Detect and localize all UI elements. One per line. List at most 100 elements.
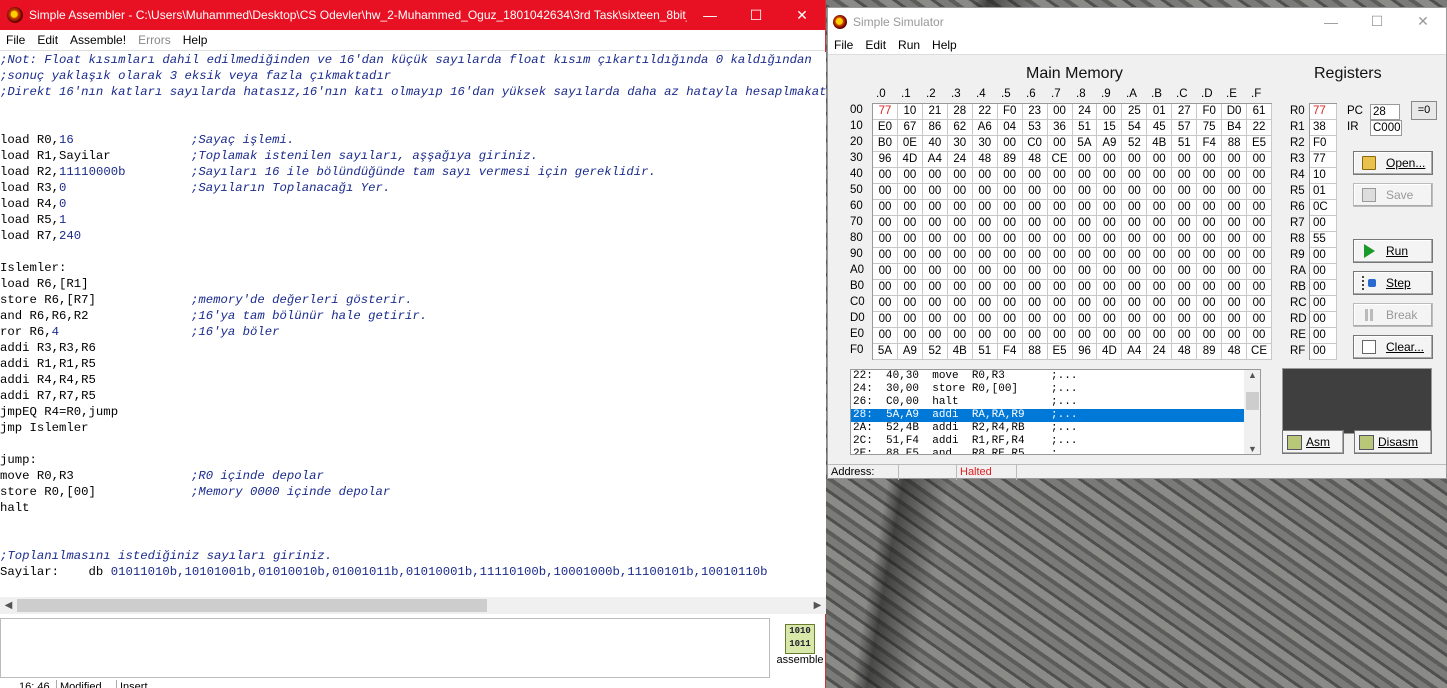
memory-cell[interactable]: 00 xyxy=(1072,328,1098,344)
memory-cell[interactable]: 00 xyxy=(997,184,1023,200)
memory-cell[interactable]: E5 xyxy=(1047,344,1073,360)
memory-cell[interactable]: 00 xyxy=(972,248,998,264)
memory-cell[interactable]: 00 xyxy=(897,280,923,296)
memory-cell[interactable]: 00 xyxy=(1072,280,1098,296)
memory-cell[interactable]: 40 xyxy=(922,136,948,152)
break-button[interactable]: Break xyxy=(1353,303,1433,327)
memory-cell[interactable]: 22 xyxy=(972,104,998,120)
memory-cell[interactable]: 00 xyxy=(922,248,948,264)
memory-cell[interactable]: A4 xyxy=(922,152,948,168)
memory-cell[interactable]: 23 xyxy=(1022,104,1048,120)
disassembly-line[interactable]: 24: 30,00 store R0,[00] ;... xyxy=(851,383,1244,396)
memory-cell[interactable]: 36 xyxy=(1047,120,1073,136)
memory-cell[interactable]: 00 xyxy=(1197,296,1223,312)
step-button[interactable]: Step xyxy=(1353,271,1433,295)
memory-cell[interactable]: 00 xyxy=(997,264,1023,280)
memory-cell[interactable]: 00 xyxy=(1147,168,1173,184)
memory-cell[interactable]: 00 xyxy=(997,136,1023,152)
memory-cell[interactable]: 30 xyxy=(972,136,998,152)
memory-cell[interactable]: 00 xyxy=(947,312,973,328)
memory-cell[interactable]: 00 xyxy=(1147,248,1173,264)
memory-cell[interactable]: 00 xyxy=(1022,216,1048,232)
memory-cell[interactable]: 00 xyxy=(1022,296,1048,312)
disassembly-scroll-thumb[interactable] xyxy=(1246,392,1259,410)
memory-cell[interactable]: 00 xyxy=(1172,280,1198,296)
memory-cell[interactable]: 00 xyxy=(1147,200,1173,216)
memory-cell[interactable]: 00 xyxy=(922,296,948,312)
memory-cell[interactable]: 00 xyxy=(1197,216,1223,232)
register-value[interactable]: 55 xyxy=(1310,232,1337,248)
memory-cell[interactable]: 00 xyxy=(873,216,898,232)
memory-cell[interactable]: 00 xyxy=(1122,232,1148,248)
memory-cell[interactable]: 00 xyxy=(897,312,923,328)
pc-value[interactable]: 28 xyxy=(1370,104,1400,120)
register-value[interactable]: 77 xyxy=(1310,152,1337,168)
memory-cell[interactable]: 00 xyxy=(1147,152,1173,168)
memory-cell[interactable]: 00 xyxy=(1047,248,1073,264)
memory-cell[interactable]: 00 xyxy=(1172,328,1198,344)
memory-cell[interactable]: 00 xyxy=(1147,312,1173,328)
memory-cell[interactable]: 00 xyxy=(1122,168,1148,184)
memory-cell[interactable]: F0 xyxy=(1197,104,1223,120)
memory-cell[interactable]: 00 xyxy=(1097,296,1123,312)
memory-cell[interactable]: 00 xyxy=(1172,248,1198,264)
memory-cell[interactable]: 51 xyxy=(1172,136,1198,152)
memory-cell[interactable]: 00 xyxy=(1122,328,1148,344)
memory-cell[interactable]: 21 xyxy=(922,104,948,120)
memory-cell[interactable]: 00 xyxy=(873,296,898,312)
memory-cell[interactable]: 15 xyxy=(1097,120,1123,136)
memory-cell[interactable]: 00 xyxy=(1147,264,1173,280)
memory-cell[interactable]: 00 xyxy=(1172,168,1198,184)
memory-cell[interactable]: 00 xyxy=(1047,312,1073,328)
memory-cell[interactable]: 00 xyxy=(1247,232,1272,248)
memory-cell[interactable]: 00 xyxy=(1222,312,1248,328)
equals-zero-button[interactable]: =0 xyxy=(1411,101,1437,120)
memory-cell[interactable]: A6 xyxy=(972,120,998,136)
memory-cell[interactable]: 00 xyxy=(1172,232,1198,248)
memory-cell[interactable]: 24 xyxy=(1147,344,1173,360)
simulator-maximize-button[interactable]: ☐ xyxy=(1354,8,1400,35)
memory-cell[interactable]: 00 xyxy=(972,312,998,328)
memory-cell[interactable]: 00 xyxy=(947,184,973,200)
memory-cell[interactable]: 00 xyxy=(947,328,973,344)
memory-cell[interactable]: 89 xyxy=(1197,344,1223,360)
memory-cell[interactable]: 00 xyxy=(947,200,973,216)
memory-cell[interactable]: 00 xyxy=(897,296,923,312)
code-editor[interactable]: ;Not: Float kısımları dahil edilmediğind… xyxy=(0,52,826,598)
memory-cell[interactable]: 00 xyxy=(972,280,998,296)
memory-cell[interactable]: 00 xyxy=(1022,248,1048,264)
register-value[interactable]: 77 xyxy=(1310,104,1337,120)
asm-button[interactable]: Asm xyxy=(1282,430,1344,454)
memory-cell[interactable]: 00 xyxy=(1022,232,1048,248)
disasm-button[interactable]: Disasm xyxy=(1354,430,1432,454)
memory-cell[interactable]: 00 xyxy=(922,200,948,216)
memory-cell[interactable]: 48 xyxy=(972,152,998,168)
memory-cell[interactable]: 00 xyxy=(1197,328,1223,344)
memory-cell[interactable]: 96 xyxy=(873,152,898,168)
memory-cell[interactable]: 00 xyxy=(997,168,1023,184)
memory-cell[interactable]: 67 xyxy=(897,120,923,136)
memory-cell[interactable]: 00 xyxy=(922,280,948,296)
memory-cell[interactable]: 00 xyxy=(1222,296,1248,312)
memory-cell[interactable]: 00 xyxy=(1122,296,1148,312)
assembler-minimize-button[interactable]: — xyxy=(687,0,733,30)
memory-cell[interactable]: 00 xyxy=(947,264,973,280)
memory-cell[interactable]: 30 xyxy=(947,136,973,152)
memory-cell[interactable]: 00 xyxy=(997,216,1023,232)
memory-cell[interactable]: 00 xyxy=(1197,264,1223,280)
memory-cell[interactable]: B4 xyxy=(1222,120,1248,136)
memory-cell[interactable]: C0 xyxy=(1022,136,1048,152)
memory-cell[interactable]: 89 xyxy=(997,152,1023,168)
memory-cell[interactable]: E0 xyxy=(873,120,898,136)
memory-cell[interactable]: 00 xyxy=(1147,184,1173,200)
memory-cell[interactable]: 00 xyxy=(1097,328,1123,344)
memory-cell[interactable]: 00 xyxy=(1097,200,1123,216)
memory-cell[interactable]: 00 xyxy=(1022,184,1048,200)
memory-cell[interactable]: 00 xyxy=(1047,136,1073,152)
memory-cell[interactable]: 5A xyxy=(1072,136,1098,152)
menu-file[interactable]: File xyxy=(0,33,31,47)
memory-cell[interactable]: 51 xyxy=(972,344,998,360)
memory-cell[interactable]: 00 xyxy=(1122,200,1148,216)
disassembly-list[interactable]: 22: 40,30 move R0,R3 ;... 24: 30,00 store… xyxy=(850,369,1261,455)
memory-cell[interactable]: 00 xyxy=(1147,232,1173,248)
